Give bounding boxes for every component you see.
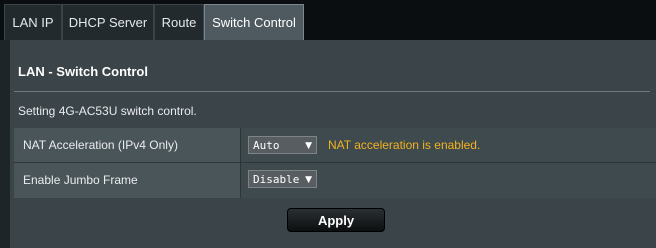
page-title: LAN - Switch Control bbox=[18, 64, 148, 79]
tab-dhcp-server[interactable]: DHCP Server bbox=[62, 4, 154, 40]
tab-route[interactable]: Route bbox=[154, 4, 204, 40]
nat-acceleration-value: Auto bbox=[253, 139, 280, 152]
title-divider bbox=[14, 91, 650, 92]
tab-bar: LAN IP DHCP Server Route Switch Control bbox=[0, 0, 656, 40]
jumbo-frame-value: Disable bbox=[253, 173, 300, 186]
table-row: Enable Jumbo Frame bbox=[14, 163, 656, 197]
chevron-down-icon: ▼ bbox=[305, 141, 312, 151]
tab-switch-control[interactable]: Switch Control bbox=[204, 4, 304, 40]
section-description: Setting 4G-AC53U switch control. bbox=[18, 104, 197, 118]
jumbo-frame-label: Enable Jumbo Frame bbox=[23, 173, 138, 187]
column-divider bbox=[240, 128, 241, 198]
nat-acceleration-label: NAT Acceleration (IPv4 Only) bbox=[23, 138, 178, 152]
nat-acceleration-status: NAT acceleration is enabled. bbox=[328, 138, 481, 152]
chevron-down-icon: ▼ bbox=[305, 175, 312, 185]
nat-acceleration-select[interactable]: Auto ▼ bbox=[248, 136, 317, 154]
jumbo-frame-select[interactable]: Disable ▼ bbox=[248, 170, 317, 188]
apply-button[interactable]: Apply bbox=[287, 208, 385, 232]
tab-lan-ip[interactable]: LAN IP bbox=[4, 4, 62, 40]
